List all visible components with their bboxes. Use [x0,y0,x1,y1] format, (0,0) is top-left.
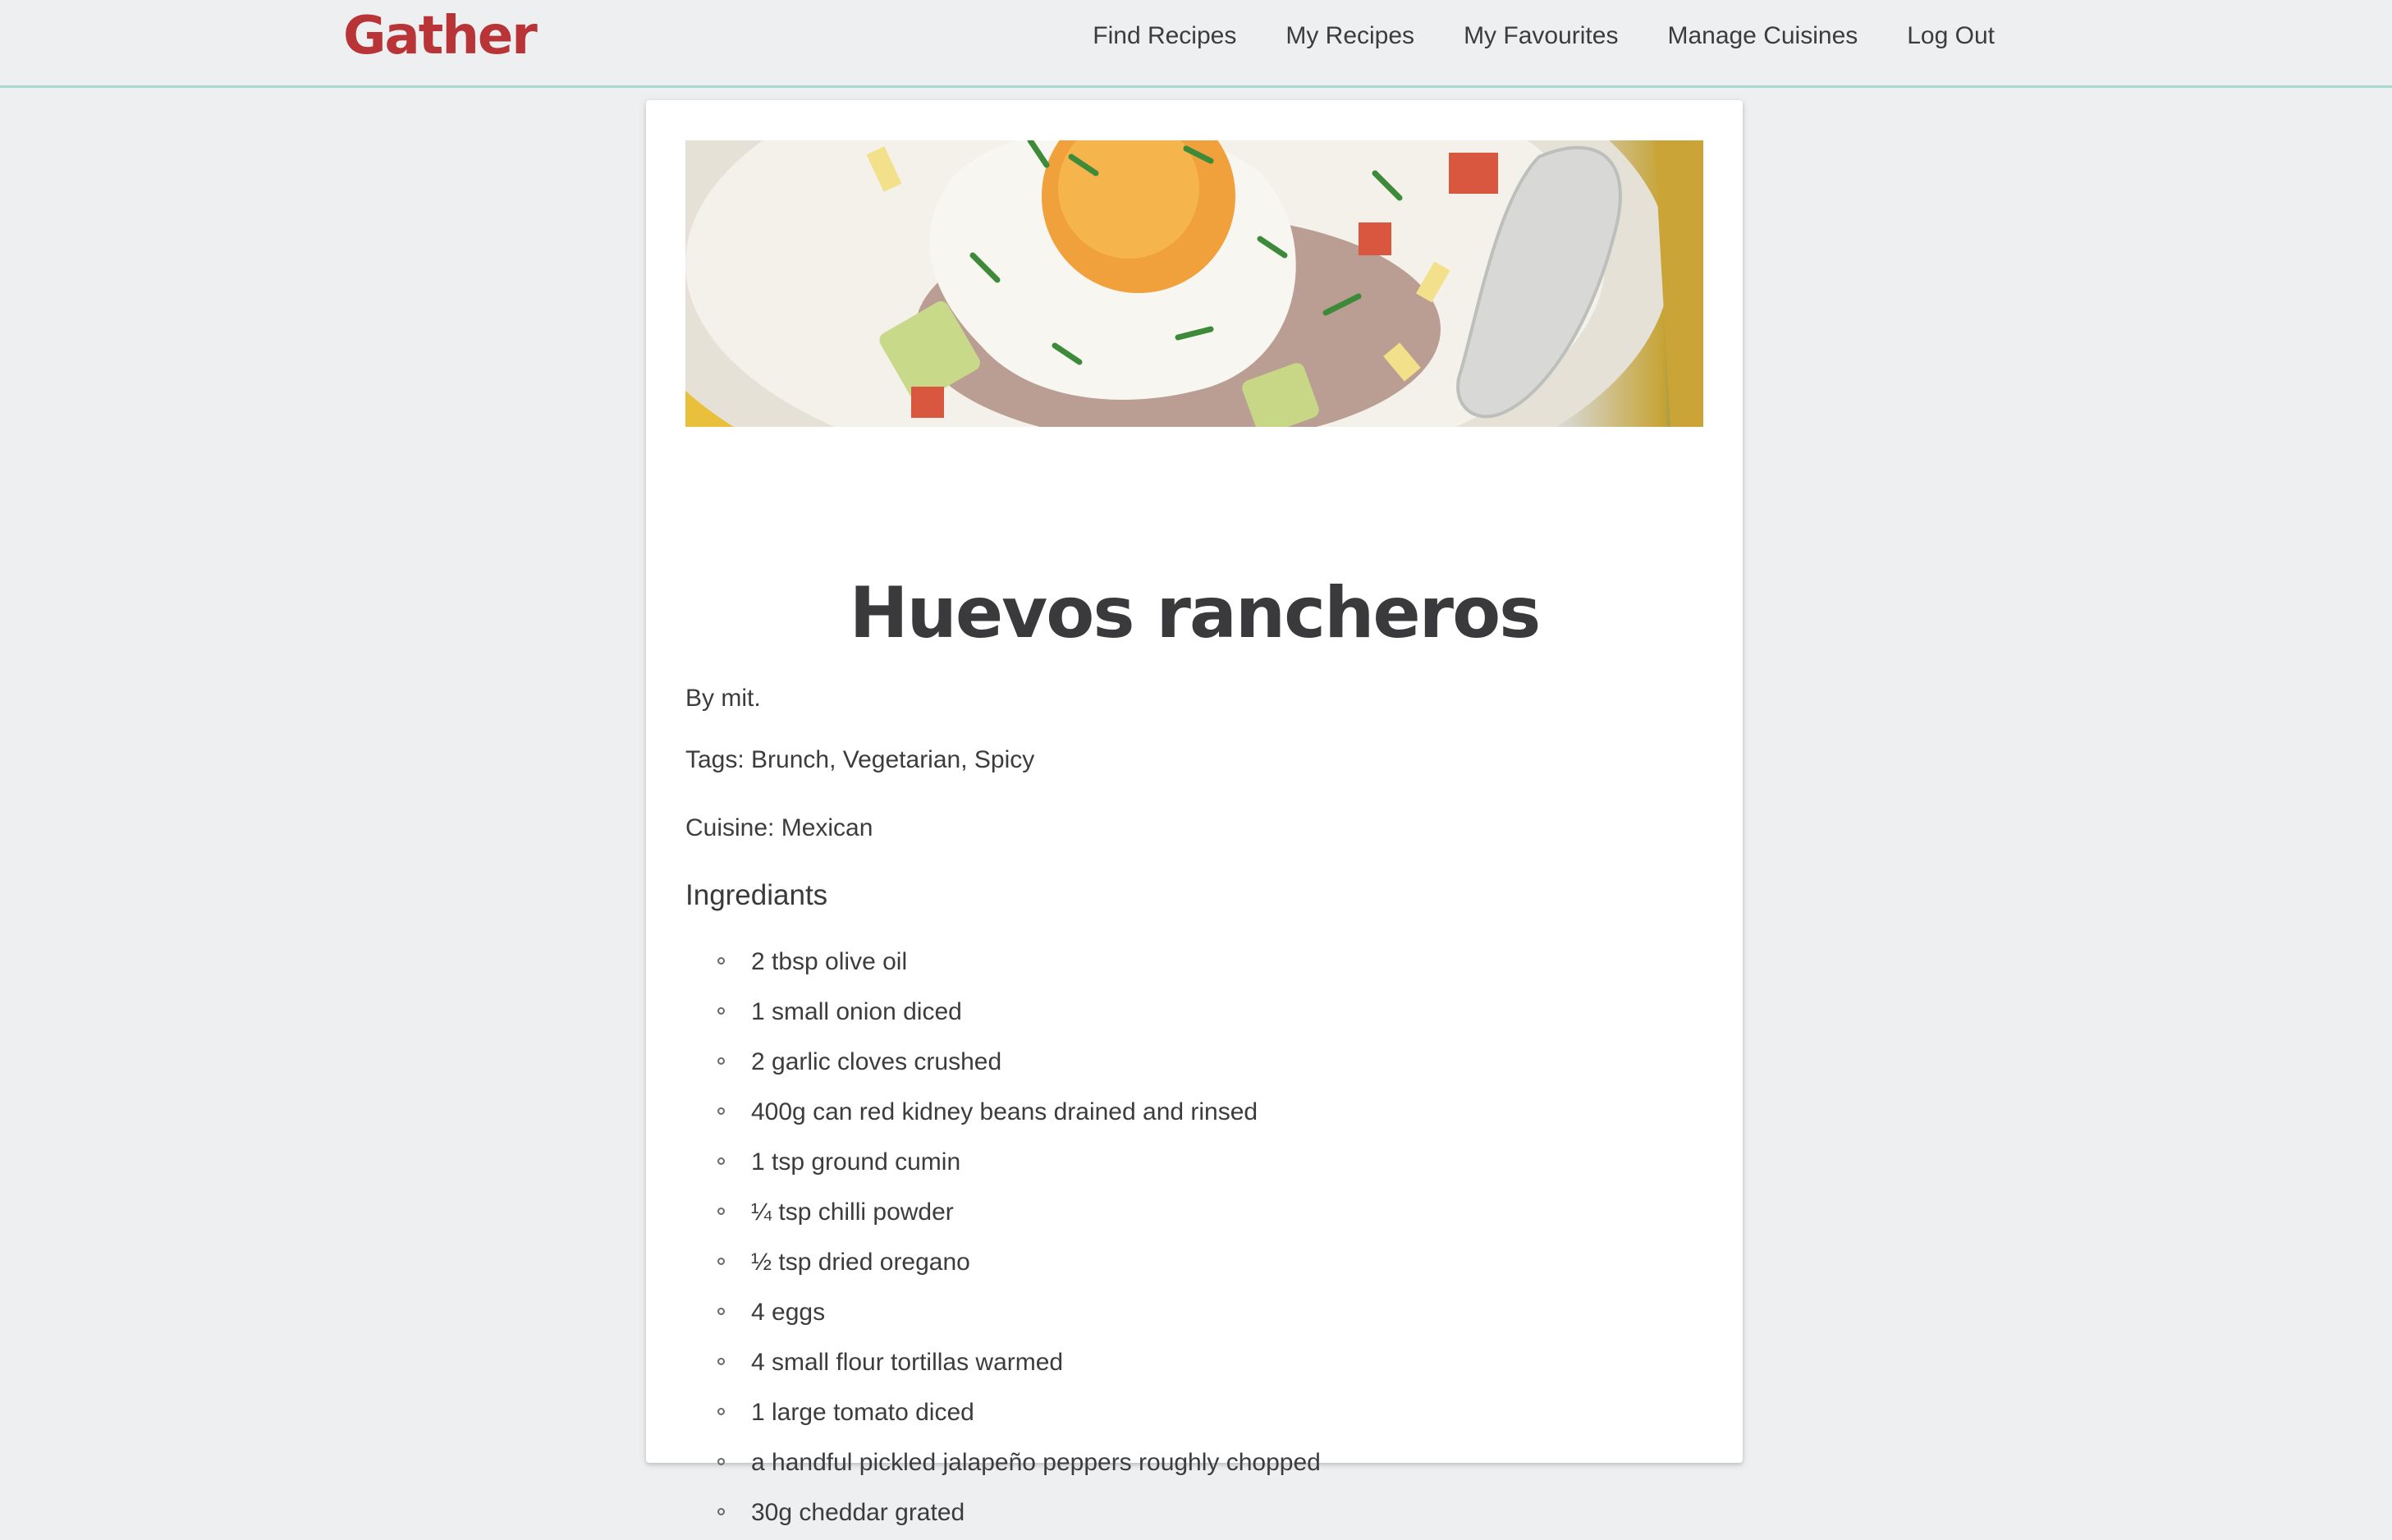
bullet-circle-icon [717,1258,725,1265]
top-navbar: Gather Find Recipes My Recipes My Favour… [0,0,2392,88]
ingredient-item: 2 garlic cloves crushed [685,1039,1321,1089]
ingredient-item: ¼ tsp chilli powder [685,1189,1321,1240]
nav-log-out[interactable]: Log Out [1882,16,2019,56]
recipe-author: By mit. [685,685,761,712]
ingredient-item: 1 large tomato diced [685,1390,1321,1440]
bullet-circle-icon [717,1007,725,1015]
brand-logo[interactable]: Gather [343,3,538,69]
nav-my-recipes[interactable]: My Recipes [1261,16,1439,56]
recipe-photo [685,140,1703,427]
bullet-circle-icon [717,1408,725,1415]
ingredient-item: 400g can red kidney beans drained and ri… [685,1089,1321,1139]
ingredient-item: 30g cheddar grated [685,1490,1321,1540]
nav-links: Find Recipes My Recipes My Favourites Ma… [1068,16,2019,56]
nav-manage-cuisines[interactable]: Manage Cuisines [1643,16,1882,56]
bullet-circle-icon [717,1057,725,1065]
ingredients-list: 2 tbsp olive oil 1 small onion diced 2 g… [685,939,1321,1540]
ingredient-item: ½ tsp dried oregano [685,1240,1321,1290]
nav-my-favourites[interactable]: My Favourites [1439,16,1643,56]
ingredients-heading: Ingrediants [685,879,828,911]
ingredient-item: 1 tsp ground cumin [685,1139,1321,1189]
ingredient-item: 4 small flour tortillas warmed [685,1340,1321,1390]
bullet-circle-icon [717,1508,725,1515]
bullet-circle-icon [717,1308,725,1315]
bullet-circle-icon [717,1157,725,1165]
ingredient-item: a handful pickled jalapeño peppers rough… [685,1440,1321,1490]
ingredient-item: 2 tbsp olive oil [685,939,1321,989]
recipe-tags: Tags: Brunch, Vegetarian, Spicy [685,746,1035,773]
bullet-circle-icon [717,1358,725,1365]
recipe-card: Huevos rancheros By mit. Tags: Brunch, V… [646,100,1743,1526]
recipe-cuisine: Cuisine: Mexican [685,814,873,841]
bullet-circle-icon [717,1208,725,1215]
bullet-circle-icon [717,1107,725,1115]
ingredient-item: 4 eggs [685,1290,1321,1340]
nav-find-recipes[interactable]: Find Recipes [1068,16,1261,56]
recipe-photo-illustration [685,140,1703,427]
ingredient-item: 1 small onion diced [685,989,1321,1039]
recipe-title: Huevos rancheros [849,572,1542,654]
bullet-circle-icon [717,957,725,965]
bullet-circle-icon [717,1458,725,1465]
